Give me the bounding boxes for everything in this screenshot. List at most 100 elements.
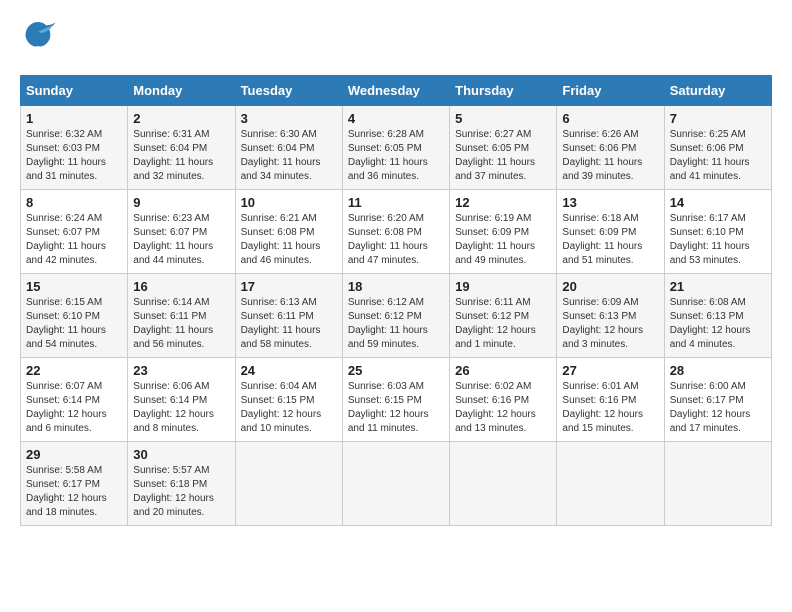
calendar-cell: 6 Sunrise: 6:26 AMSunset: 6:06 PMDaylight… — [557, 106, 664, 190]
day-number: 2 — [133, 111, 229, 126]
cell-info: Sunrise: 6:07 AMSunset: 6:14 PMDaylight:… — [26, 381, 107, 434]
cell-info: Sunrise: 6:20 AMSunset: 6:08 PMDaylight:… — [348, 213, 428, 266]
calendar-cell — [342, 442, 449, 526]
day-number: 19 — [455, 279, 551, 294]
cell-info: Sunrise: 6:23 AMSunset: 6:07 PMDaylight:… — [133, 213, 213, 266]
cell-info: Sunrise: 6:06 AMSunset: 6:14 PMDaylight:… — [133, 381, 214, 434]
day-number: 10 — [241, 195, 337, 210]
calendar-cell: 28 Sunrise: 6:00 AMSunset: 6:17 PMDayligh… — [664, 358, 771, 442]
day-number: 6 — [562, 111, 658, 126]
day-number: 11 — [348, 195, 444, 210]
calendar-cell: 5 Sunrise: 6:27 AMSunset: 6:05 PMDaylight… — [450, 106, 557, 190]
day-number: 3 — [241, 111, 337, 126]
cell-info: Sunrise: 6:19 AMSunset: 6:09 PMDaylight:… — [455, 213, 535, 266]
cell-info: Sunrise: 6:00 AMSunset: 6:17 PMDaylight:… — [670, 381, 751, 434]
day-number: 22 — [26, 363, 122, 378]
calendar-cell: 10 Sunrise: 6:21 AMSunset: 6:08 PMDayligh… — [235, 190, 342, 274]
calendar-cell: 2 Sunrise: 6:31 AMSunset: 6:04 PMDaylight… — [128, 106, 235, 190]
calendar-cell: 18 Sunrise: 6:12 AMSunset: 6:12 PMDayligh… — [342, 274, 449, 358]
cell-info: Sunrise: 6:31 AMSunset: 6:04 PMDaylight:… — [133, 129, 213, 182]
calendar-cell: 8 Sunrise: 6:24 AMSunset: 6:07 PMDaylight… — [21, 190, 128, 274]
cell-info: Sunrise: 6:08 AMSunset: 6:13 PMDaylight:… — [670, 297, 751, 350]
day-number: 23 — [133, 363, 229, 378]
day-number: 18 — [348, 279, 444, 294]
day-number: 5 — [455, 111, 551, 126]
calendar-cell: 26 Sunrise: 6:02 AMSunset: 6:16 PMDayligh… — [450, 358, 557, 442]
cell-info: Sunrise: 6:18 AMSunset: 6:09 PMDaylight:… — [562, 213, 642, 266]
cell-info: Sunrise: 5:58 AMSunset: 6:17 PMDaylight:… — [26, 465, 107, 518]
day-number: 16 — [133, 279, 229, 294]
calendar-cell: 3 Sunrise: 6:30 AMSunset: 6:04 PMDaylight… — [235, 106, 342, 190]
day-number: 27 — [562, 363, 658, 378]
cell-info: Sunrise: 6:27 AMSunset: 6:05 PMDaylight:… — [455, 129, 535, 182]
cell-info: Sunrise: 6:03 AMSunset: 6:15 PMDaylight:… — [348, 381, 429, 434]
week-row-5: 29 Sunrise: 5:58 AMSunset: 6:17 PMDayligh… — [21, 442, 772, 526]
cell-info: Sunrise: 5:57 AMSunset: 6:18 PMDaylight:… — [133, 465, 214, 518]
weekday-header-friday: Friday — [557, 76, 664, 106]
calendar-cell — [450, 442, 557, 526]
calendar-cell: 21 Sunrise: 6:08 AMSunset: 6:13 PMDayligh… — [664, 274, 771, 358]
cell-info: Sunrise: 6:14 AMSunset: 6:11 PMDaylight:… — [133, 297, 213, 350]
calendar-cell: 15 Sunrise: 6:15 AMSunset: 6:10 PMDayligh… — [21, 274, 128, 358]
cell-info: Sunrise: 6:02 AMSunset: 6:16 PMDaylight:… — [455, 381, 536, 434]
day-number: 26 — [455, 363, 551, 378]
cell-info: Sunrise: 6:24 AMSunset: 6:07 PMDaylight:… — [26, 213, 106, 266]
day-number: 12 — [455, 195, 551, 210]
week-row-3: 15 Sunrise: 6:15 AMSunset: 6:10 PMDayligh… — [21, 274, 772, 358]
cell-info: Sunrise: 6:25 AMSunset: 6:06 PMDaylight:… — [670, 129, 750, 182]
cell-info: Sunrise: 6:30 AMSunset: 6:04 PMDaylight:… — [241, 129, 321, 182]
day-number: 28 — [670, 363, 766, 378]
calendar-cell: 4Sunrise: 6:28 AMSunset: 6:05 PMDaylight… — [342, 106, 449, 190]
calendar-cell: 12 Sunrise: 6:19 AMSunset: 6:09 PMDayligh… — [450, 190, 557, 274]
day-number: 17 — [241, 279, 337, 294]
cell-info: Sunrise: 6:32 AMSunset: 6:03 PMDaylight:… — [26, 129, 106, 182]
calendar-cell: 7 Sunrise: 6:25 AMSunset: 6:06 PMDaylight… — [664, 106, 771, 190]
weekday-header-row: SundayMondayTuesdayWednesdayThursdayFrid… — [21, 76, 772, 106]
week-row-4: 22 Sunrise: 6:07 AMSunset: 6:14 PMDayligh… — [21, 358, 772, 442]
day-number: 30 — [133, 447, 229, 462]
weekday-header-saturday: Saturday — [664, 76, 771, 106]
day-number: 21 — [670, 279, 766, 294]
weekday-header-tuesday: Tuesday — [235, 76, 342, 106]
calendar-cell: 20 Sunrise: 6:09 AMSunset: 6:13 PMDayligh… — [557, 274, 664, 358]
calendar-cell: 25 Sunrise: 6:03 AMSunset: 6:15 PMDayligh… — [342, 358, 449, 442]
day-number: 29 — [26, 447, 122, 462]
day-number: 8 — [26, 195, 122, 210]
week-row-2: 8 Sunrise: 6:24 AMSunset: 6:07 PMDaylight… — [21, 190, 772, 274]
day-number: 24 — [241, 363, 337, 378]
weekday-header-sunday: Sunday — [21, 76, 128, 106]
logo — [20, 20, 60, 65]
calendar-header: SundayMondayTuesdayWednesdayThursdayFrid… — [21, 76, 772, 106]
calendar-cell: 11 Sunrise: 6:20 AMSunset: 6:08 PMDayligh… — [342, 190, 449, 274]
day-number: 7 — [670, 111, 766, 126]
calendar-table: SundayMondayTuesdayWednesdayThursdayFrid… — [20, 75, 772, 526]
cell-info: Sunrise: 6:12 AMSunset: 6:12 PMDaylight:… — [348, 297, 428, 350]
logo-icon — [20, 20, 56, 60]
cell-info: Sunrise: 6:11 AMSunset: 6:12 PMDaylight:… — [455, 297, 536, 350]
day-number: 20 — [562, 279, 658, 294]
cell-info: Sunrise: 6:15 AMSunset: 6:10 PMDaylight:… — [26, 297, 106, 350]
cell-info: Sunrise: 6:04 AMSunset: 6:15 PMDaylight:… — [241, 381, 322, 434]
calendar-cell: 14 Sunrise: 6:17 AMSunset: 6:10 PMDayligh… — [664, 190, 771, 274]
week-row-1: 1Sunrise: 6:32 AMSunset: 6:03 PMDaylight… — [21, 106, 772, 190]
calendar-cell: 13Sunrise: 6:18 AMSunset: 6:09 PMDayligh… — [557, 190, 664, 274]
day-number: 25 — [348, 363, 444, 378]
calendar-cell — [664, 442, 771, 526]
calendar-cell: 9 Sunrise: 6:23 AMSunset: 6:07 PMDaylight… — [128, 190, 235, 274]
day-number: 4 — [348, 111, 444, 126]
calendar-cell: 22 Sunrise: 6:07 AMSunset: 6:14 PMDayligh… — [21, 358, 128, 442]
cell-info: Sunrise: 6:21 AMSunset: 6:08 PMDaylight:… — [241, 213, 321, 266]
cell-info: Sunrise: 6:13 AMSunset: 6:11 PMDaylight:… — [241, 297, 321, 350]
calendar-cell: 19 Sunrise: 6:11 AMSunset: 6:12 PMDayligh… — [450, 274, 557, 358]
calendar-cell: 23 Sunrise: 6:06 AMSunset: 6:14 PMDayligh… — [128, 358, 235, 442]
calendar-cell — [235, 442, 342, 526]
weekday-header-thursday: Thursday — [450, 76, 557, 106]
day-number: 15 — [26, 279, 122, 294]
cell-info: Sunrise: 6:09 AMSunset: 6:13 PMDaylight:… — [562, 297, 643, 350]
weekday-header-wednesday: Wednesday — [342, 76, 449, 106]
day-number: 14 — [670, 195, 766, 210]
calendar-cell: 17 Sunrise: 6:13 AMSunset: 6:11 PMDayligh… — [235, 274, 342, 358]
cell-info: Sunrise: 6:26 AMSunset: 6:06 PMDaylight:… — [562, 129, 642, 182]
day-number: 9 — [133, 195, 229, 210]
cell-info: Sunrise: 6:17 AMSunset: 6:10 PMDaylight:… — [670, 213, 750, 266]
